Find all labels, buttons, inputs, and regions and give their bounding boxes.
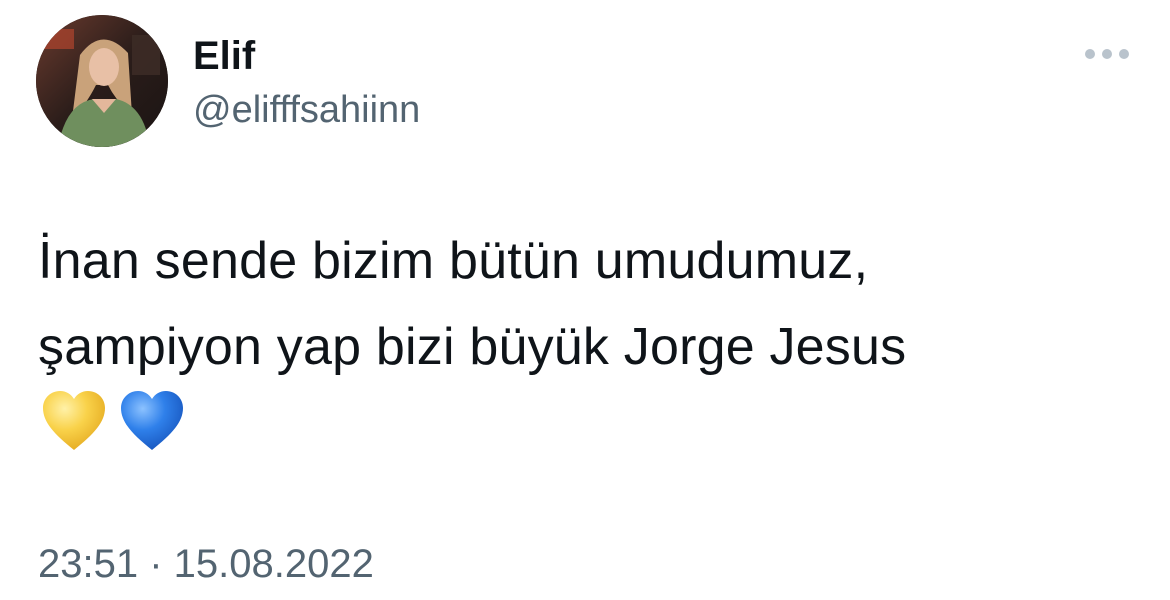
display-name[interactable]: Elif (193, 32, 255, 80)
tweet-text-line: şampiyon yap bizi büyük Jorge Jesus (38, 318, 907, 376)
tweet-text-line: İnan sende bizim bütün umudumuz, (38, 232, 869, 290)
avatar-photo-icon (36, 15, 168, 147)
tweet-card: Elif @elifffsahiinn İnan sende bizim büt… (0, 0, 1170, 600)
tweet-timestamp[interactable]: 23:51 · 15.08.2022 (38, 540, 374, 588)
blue-heart-icon (121, 391, 183, 450)
more-horizontal-icon (1085, 49, 1129, 59)
avatar[interactable] (36, 15, 168, 147)
emoji-row (40, 388, 186, 454)
user-handle[interactable]: @elifffsahiinn (193, 87, 420, 133)
yellow-heart-icon (43, 391, 105, 450)
tweet-text: İnan sende bizim bütün umudumuz, şampiyo… (38, 218, 1138, 390)
more-options-button[interactable] (1078, 36, 1136, 72)
